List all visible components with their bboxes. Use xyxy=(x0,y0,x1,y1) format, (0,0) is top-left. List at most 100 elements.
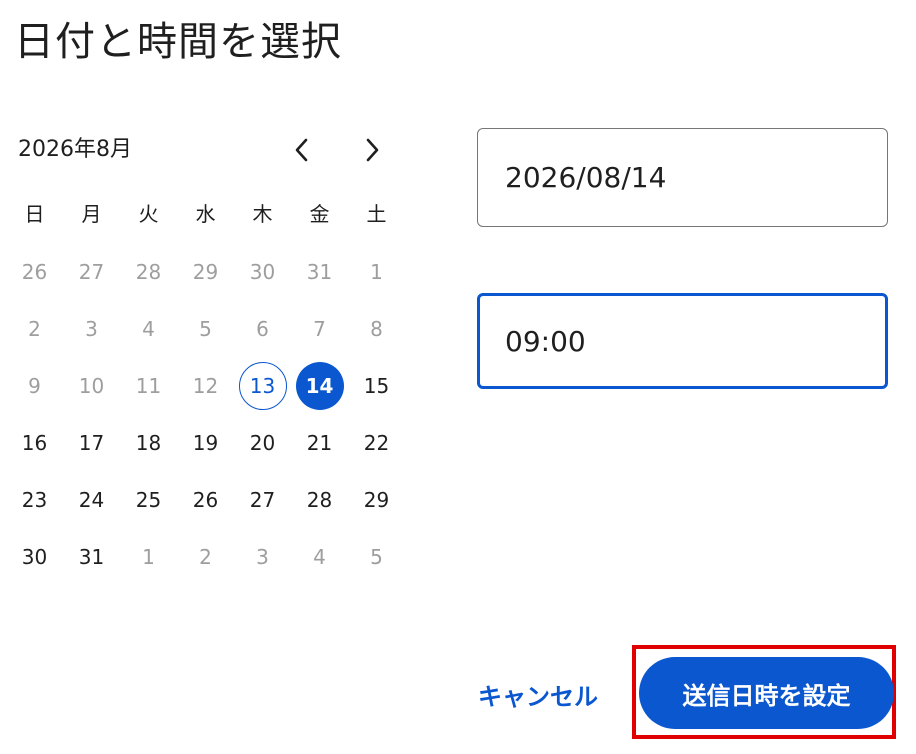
calendar-day: 3 xyxy=(234,528,291,585)
calendar-week-row: 23 24 25 26 27 28 29 xyxy=(6,471,405,528)
date-input[interactable] xyxy=(505,161,845,194)
weekday-fri: 金 xyxy=(309,202,330,226)
calendar-day: 4 xyxy=(291,528,348,585)
calendar-day-number: 26 xyxy=(21,259,48,284)
calendar-day[interactable]: 16 xyxy=(6,414,63,471)
calendar-day-number: 4 xyxy=(142,316,155,341)
chevron-left-icon xyxy=(295,138,308,162)
calendar-day: 12 xyxy=(177,357,234,414)
cancel-button[interactable]: キャンセル xyxy=(466,664,610,724)
calendar-day[interactable]: 26 xyxy=(177,471,234,528)
calendar-day-number: 4 xyxy=(313,544,326,569)
calendar-day-number: 15 xyxy=(363,373,390,398)
weekday-mon: 月 xyxy=(81,202,102,226)
calendar-day-number: 22 xyxy=(363,430,390,455)
calendar-day-number: 2 xyxy=(199,544,212,569)
calendar-day: 11 xyxy=(120,357,177,414)
calendar-day-grid: 26 27 28 29 30 31 1 2 3 4 5 6 7 8 9 10 11 12 13 14 15 16 17 18 1… xyxy=(6,243,405,585)
next-month-button[interactable] xyxy=(352,130,392,170)
calendar-day[interactable]: 19 xyxy=(177,414,234,471)
calendar-day-number: 16 xyxy=(21,430,48,455)
calendar-day: 1 xyxy=(120,528,177,585)
calendar-day-number: 18 xyxy=(135,430,162,455)
calendar-day-number: 6 xyxy=(256,316,269,341)
calendar-day-selected[interactable]: 14 xyxy=(291,357,348,414)
calendar-day-number: 14 xyxy=(295,361,344,410)
calendar-day-number: 29 xyxy=(363,487,390,512)
calendar-day-number: 12 xyxy=(192,373,219,398)
calendar-day[interactable]: 23 xyxy=(6,471,63,528)
calendar-day-today[interactable]: 13 xyxy=(234,357,291,414)
calendar-week-row: 26 27 28 29 30 31 1 xyxy=(6,243,405,300)
calendar-day-number: 21 xyxy=(306,430,333,455)
calendar-day: 2 xyxy=(6,300,63,357)
calendar-day-number: 5 xyxy=(199,316,212,341)
weekday-thu: 木 xyxy=(252,202,273,226)
calendar-day[interactable]: 17 xyxy=(63,414,120,471)
calendar-day-number: 26 xyxy=(192,487,219,512)
chevron-right-icon xyxy=(366,138,379,162)
previous-month-button[interactable] xyxy=(282,130,322,170)
calendar-day-number: 31 xyxy=(78,544,105,569)
calendar-day[interactable]: 25 xyxy=(120,471,177,528)
calendar-day-number: 23 xyxy=(21,487,48,512)
weekday-header-row: 日 月 火 水 木 金 土 xyxy=(6,196,405,232)
weekday-sat: 土 xyxy=(366,202,387,226)
calendar-day-number: 10 xyxy=(78,373,105,398)
calendar-week-row: 16 17 18 19 20 21 22 xyxy=(6,414,405,471)
time-input[interactable] xyxy=(505,324,845,358)
calendar-day: 28 xyxy=(120,243,177,300)
calendar-day: 9 xyxy=(6,357,63,414)
weekday-wed: 水 xyxy=(195,202,216,226)
calendar-day-number: 1 xyxy=(142,544,155,569)
calendar-day-number: 11 xyxy=(135,373,162,398)
calendar-day: 31 xyxy=(291,243,348,300)
calendar-day-number: 20 xyxy=(249,430,276,455)
dialog-title: 日付と時間を選択 xyxy=(14,19,342,65)
calendar-day[interactable]: 27 xyxy=(234,471,291,528)
calendar-day-number: 9 xyxy=(28,373,41,398)
calendar-day: 5 xyxy=(177,300,234,357)
calendar-header: 2026年8月 xyxy=(18,130,398,170)
calendar-day[interactable]: 15 xyxy=(348,357,405,414)
calendar-day-number: 3 xyxy=(256,544,269,569)
calendar-day[interactable]: 24 xyxy=(63,471,120,528)
weekday-sun: 日 xyxy=(24,202,45,226)
calendar-day: 10 xyxy=(63,357,120,414)
calendar-week-row: 30 31 1 2 3 4 5 xyxy=(6,528,405,585)
calendar-day: 2 xyxy=(177,528,234,585)
calendar-day-number: 1 xyxy=(370,259,383,284)
calendar-day-number: 3 xyxy=(85,316,98,341)
calendar-day: 3 xyxy=(63,300,120,357)
calendar-day-number: 13 xyxy=(238,361,287,410)
weekday-tue: 火 xyxy=(138,202,159,226)
calendar-day-number: 30 xyxy=(21,544,48,569)
set-send-time-button[interactable]: 送信日時を設定 xyxy=(639,657,894,729)
calendar-day: 29 xyxy=(177,243,234,300)
calendar-day-number: 27 xyxy=(249,487,276,512)
calendar-day-number: 28 xyxy=(135,259,162,284)
calendar-day[interactable]: 22 xyxy=(348,414,405,471)
calendar-day: 4 xyxy=(120,300,177,357)
calendar-day[interactable]: 29 xyxy=(348,471,405,528)
calendar-day-number: 30 xyxy=(249,259,276,284)
calendar-day[interactable]: 18 xyxy=(120,414,177,471)
calendar-day-number: 31 xyxy=(306,259,333,284)
calendar-day: 30 xyxy=(234,243,291,300)
calendar-day-number: 25 xyxy=(135,487,162,512)
date-field[interactable] xyxy=(477,128,888,227)
calendar-day-number: 19 xyxy=(192,430,219,455)
calendar-week-row: 9 10 11 12 13 14 15 xyxy=(6,357,405,414)
calendar-day[interactable]: 21 xyxy=(291,414,348,471)
calendar-day: 7 xyxy=(291,300,348,357)
calendar-day-number: 24 xyxy=(78,487,105,512)
calendar-day: 6 xyxy=(234,300,291,357)
calendar-day[interactable]: 31 xyxy=(63,528,120,585)
calendar-day[interactable]: 28 xyxy=(291,471,348,528)
time-field[interactable] xyxy=(477,293,888,389)
calendar-day[interactable]: 30 xyxy=(6,528,63,585)
calendar-day: 1 xyxy=(348,243,405,300)
calendar-day-number: 29 xyxy=(192,259,219,284)
calendar-day: 5 xyxy=(348,528,405,585)
calendar-day[interactable]: 20 xyxy=(234,414,291,471)
